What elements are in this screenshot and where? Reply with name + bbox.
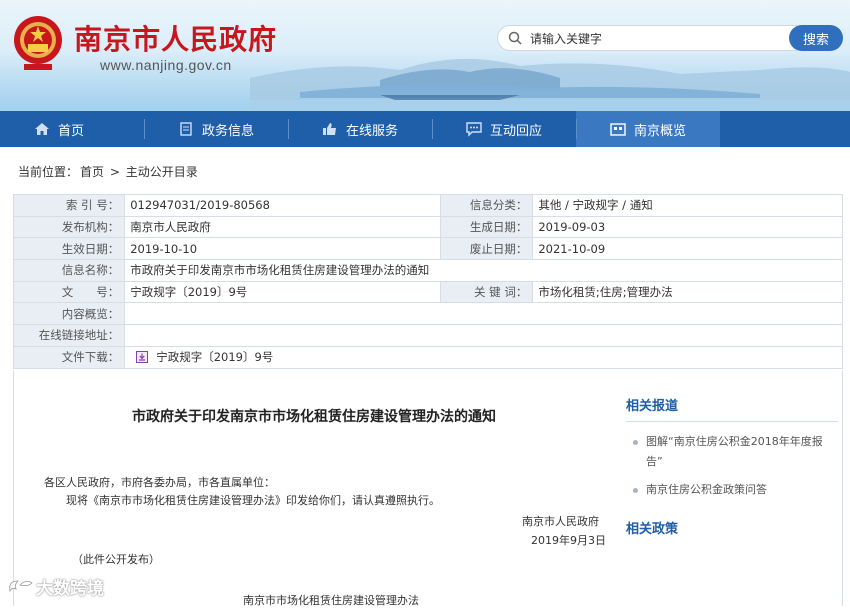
online-link-label: 在线链接地址：: [12, 324, 126, 347]
nav-label: 互动回应: [490, 123, 543, 139]
nav-item-home[interactable]: 首页: [0, 111, 144, 147]
search-button[interactable]: 搜索: [789, 25, 843, 51]
table-row: 在线链接地址：: [12, 324, 843, 347]
summary-label: 内容概览：: [12, 302, 126, 326]
national-emblem-icon: [14, 16, 62, 70]
effective-value: 2019-10-10: [124, 237, 442, 261]
created-label: 生成日期：: [440, 215, 534, 239]
publisher-label: 发布机构：: [12, 215, 126, 239]
watermark-logo: 大数跨境: [6, 574, 104, 599]
index-value: 012947031/2019-80568: [124, 194, 442, 217]
nav-label: 政务信息: [202, 123, 255, 139]
main-nav: 首页 政务信息 在线服务 互动回应 南京概览: [0, 111, 850, 147]
nav-label: 首页: [58, 123, 85, 139]
related-reports-list: 图解“南京住房公积金2018年年度报告” 南京住房公积金政策问答: [626, 422, 838, 514]
site-title[interactable]: 南京市人民政府: [74, 18, 277, 58]
chat-icon: [466, 122, 482, 137]
summary-value: [124, 302, 843, 326]
nav-item-nanjing-overview[interactable]: 南京概览: [576, 111, 720, 147]
publish-note: （此件公开发布）: [72, 553, 160, 566]
table-row: 文件下载： 宁政规字〔2019〕9号: [12, 345, 843, 369]
online-link-value[interactable]: [124, 324, 843, 347]
download-label: 文件下载：: [12, 345, 126, 369]
table-row: 信息名称： 市政府关于印发南京市市场化租赁住房建设管理办法的通知: [12, 259, 843, 282]
created-value: 2019-09-03: [532, 215, 843, 239]
breadcrumb-prefix: 当前位置：: [18, 165, 79, 179]
category-label: 信息分类：: [440, 194, 534, 217]
search-icon: [508, 31, 522, 45]
breadcrumb-current[interactable]: 主动公开目录: [126, 165, 198, 179]
nav-item-online-service[interactable]: 在线服务: [288, 111, 432, 147]
search-bar: 搜索: [497, 25, 843, 51]
index-label: 索 引 号：: [12, 194, 126, 217]
table-row: 内容概览：: [12, 302, 843, 326]
nav-item-gov-info[interactable]: 政务信息: [144, 111, 288, 147]
table-row: 发布机构： 南京市人民政府 生成日期： 2019-09-03: [12, 215, 843, 239]
related-report-link[interactable]: 南京住房公积金政策问答: [626, 480, 838, 500]
publisher-value: 南京市人民政府: [124, 215, 442, 239]
download-icon: [136, 351, 149, 364]
document-date: 2019年9月3日: [531, 534, 606, 547]
watermark-text: 大数跨境: [36, 579, 104, 599]
breadcrumb-home[interactable]: 首页: [80, 165, 104, 179]
expiry-label: 废止日期：: [440, 237, 534, 261]
nav-label: 在线服务: [346, 123, 399, 139]
keywords-value: 市场化租赁;住房;管理办法: [532, 280, 843, 304]
download-link[interactable]: 宁政规字〔2019〕9号: [156, 350, 273, 364]
home-icon: [35, 123, 49, 135]
document-icon: [180, 122, 192, 136]
info-name-value: 市政府关于印发南京市市场化租赁住房建设管理办法的通知: [124, 259, 843, 282]
related-report-link[interactable]: 图解“南京住房公积金2018年年度报告”: [626, 432, 838, 472]
nav-label: 南京概览: [634, 123, 687, 139]
related-reports-heading: 相关报道: [626, 395, 838, 422]
table-row: 生效日期： 2019-10-10 废止日期： 2021-10-09: [12, 237, 843, 261]
site-header: 南京市人民政府 www.nanjing.gov.cn 搜索: [0, 0, 850, 111]
watermark-icon: [9, 580, 33, 592]
keywords-label: 关 键 词：: [440, 280, 534, 304]
thumb-icon: [323, 123, 336, 135]
related-policies-heading: 相关政策: [626, 522, 679, 537]
related-sidebar: 相关报道 图解“南京住房公积金2018年年度报告” 南京住房公积金政策问答 相关…: [626, 395, 838, 544]
document-signer: 南京市人民政府: [522, 515, 599, 528]
table-row: 索 引 号： 012947031/2019-80568 信息分类： 其他 / 宁…: [12, 194, 843, 217]
document-content: 市政府关于印发南京市市场化租赁住房建设管理办法的通知 各区人民政府，市府各委办局…: [13, 370, 843, 607]
city-icon: [610, 123, 626, 136]
document-info-table: 索 引 号： 012947031/2019-80568 信息分类： 其他 / 宁…: [12, 194, 843, 369]
info-name-label: 信息名称：: [12, 259, 126, 282]
effective-label: 生效日期：: [12, 237, 126, 261]
site-url[interactable]: www.nanjing.gov.cn: [100, 57, 232, 73]
document-body: 现将《南京市市场化租赁住房建设管理办法》印发给你们，请认真遵照执行。: [66, 494, 440, 507]
table-row: 文 号： 宁政规字〔2019〕9号 关 键 词： 市场化租赁;住房;管理办法: [12, 280, 843, 304]
category-value: 其他 / 宁政规字 / 通知: [532, 194, 843, 217]
document-addressee: 各区人民政府，市府各委办局，市各直属单位：: [44, 476, 275, 489]
expiry-value: 2021-10-09: [532, 237, 843, 261]
doc-number-label: 文 号：: [12, 280, 126, 304]
search-input[interactable]: [530, 29, 780, 49]
download-cell: 宁政规字〔2019〕9号: [124, 345, 843, 369]
document-title: 市政府关于印发南京市市场化租赁住房建设管理办法的通知: [132, 409, 496, 425]
breadcrumb-separator: >: [109, 165, 120, 179]
search-box: [497, 25, 797, 51]
breadcrumb: 当前位置： 首页 > 主动公开目录: [18, 163, 200, 180]
doc-number-value: 宁政规字〔2019〕9号: [124, 280, 442, 304]
nav-item-interaction[interactable]: 互动回应: [432, 111, 576, 147]
